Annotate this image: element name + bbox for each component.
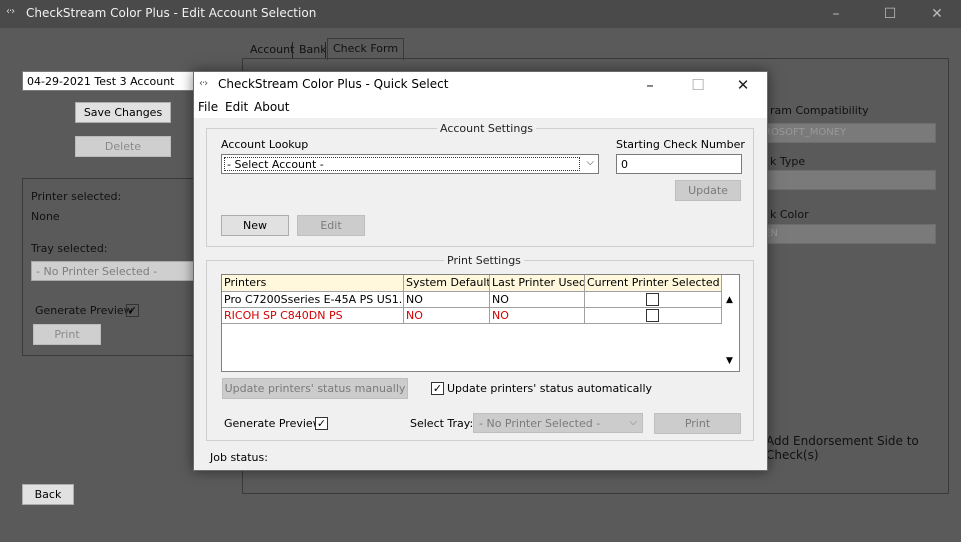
table-cell-system-default: NO [404,308,490,324]
menu-bar: File Edit About [194,98,767,118]
current-printer-checkbox[interactable] [646,293,659,306]
tab-check-form[interactable]: Check Form [327,38,405,60]
select-tray-label: Select Tray: [410,417,474,430]
app-logo-icon: ‹·› [6,6,15,17]
column-header-last-printer[interactable]: Last Printer Used [490,275,585,292]
edit-account-button[interactable]: Edit [297,215,365,236]
scroll-up-icon[interactable]: ▲ [726,295,733,305]
endorsement-label: Add Endorsement Side to Check(s) [766,434,919,462]
program-compat-select[interactable]: ROSOFT_MONEY [760,123,936,143]
dialog-title: CheckStream Color Plus - Quick Select [218,77,449,91]
dialog-close-icon[interactable]: ✕ [732,75,754,95]
generate-preview-label: Generate Preview [224,417,322,430]
tab-divider [325,42,326,58]
table-cell-printer[interactable]: Pro C7200Sseries E-45A PS US1.0 [222,292,404,308]
new-account-button[interactable]: New [221,215,289,236]
table-cell-system-default: NO [404,292,490,308]
program-compat-label: ram Compatibility [770,104,869,117]
starting-check-label: Starting Check Number [616,138,745,151]
back-button[interactable]: Back [22,484,74,505]
tab-divider [292,42,293,58]
print-button[interactable]: Print [654,413,741,434]
dialog-maximize-icon[interactable]: ☐ [687,75,709,95]
check-type-select[interactable] [760,170,936,190]
minimize-icon[interactable]: – [826,4,846,24]
bg-account-select[interactable]: 04-29-2021 Test 3 Account [22,71,198,91]
table-cell-printer[interactable]: RICOH SP C840DN PS [222,308,404,324]
bg-generate-preview-label: Generate Preview [35,304,133,317]
chevron-down-icon: ⌵ [586,157,594,168]
column-header-printers[interactable]: Printers [222,275,404,292]
select-tray-dropdown[interactable]: - No Printer Selected - ⌵ [473,413,643,433]
menu-edit[interactable]: Edit [225,100,248,114]
bg-tray-select[interactable]: - No Printer Selected - [31,261,196,281]
account-lookup-label: Account Lookup [221,138,309,151]
bg-title-bar: ‹·› CheckStream Color Plus - Edit Accoun… [0,0,961,28]
select-tray-value: - No Printer Selected - [479,417,601,430]
generate-preview-checkbox[interactable]: ✓ [315,417,328,430]
starting-check-input[interactable]: 0 [616,154,742,174]
tray-selected-label: Tray selected: [31,242,108,255]
job-status-label: Job status: [210,451,268,464]
scroll-down-icon[interactable]: ▼ [726,356,733,366]
table-cell-current-selected [585,308,722,324]
printer-selected-value: None [31,210,60,223]
update-printers-manually-button[interactable]: Update printers' status manually [222,378,408,399]
account-settings-title: Account Settings [437,122,537,135]
check-type-label: k Type [770,155,806,168]
close-icon[interactable]: ✕ [927,4,947,24]
dialog-minimize-icon[interactable]: – [639,75,661,95]
printer-selected-label: Printer selected: [31,190,122,203]
menu-about[interactable]: About [254,100,289,114]
print-settings-title: Print Settings [444,254,524,267]
update-auto-checkbox[interactable]: ✓ [431,382,444,395]
printers-table: Printers System Default Last Printer Use… [221,274,740,372]
program-compat-value: ROSOFT_MONEY [764,127,847,138]
column-header-system-default[interactable]: System Default [404,275,490,292]
table-cell-last-used: NO [490,292,585,308]
quick-select-dialog: ‹·› CheckStream Color Plus - Quick Selec… [193,71,768,471]
menu-file[interactable]: File [198,100,218,114]
table-scrollbar[interactable]: ▲ ▼ [722,292,739,371]
app-logo-icon: ‹·› [199,78,208,89]
check-color-select[interactable]: EN [760,224,936,244]
update-button[interactable]: Update [675,180,741,201]
bg-print-button[interactable]: Print [33,324,101,345]
bg-window-title: CheckStream Color Plus - Edit Account Se… [26,6,317,20]
maximize-icon[interactable]: ☐ [880,4,900,24]
save-changes-button[interactable]: Save Changes [75,102,171,123]
account-lookup-value: - Select Account - [224,157,580,171]
delete-button[interactable]: Delete [75,136,171,157]
dialog-title-bar: ‹·› CheckStream Color Plus - Quick Selec… [194,72,767,98]
chevron-down-icon: ⌵ [629,417,637,428]
table-cell-last-used: NO [490,308,585,324]
bg-generate-preview-checkbox[interactable]: ✓ [126,304,139,317]
table-cell-current-selected [585,292,722,308]
column-header-current-printer[interactable]: Current Printer Selected [585,275,722,292]
account-lookup-select[interactable]: - Select Account - ⌵ [221,154,599,174]
check-color-label: k Color [770,208,809,221]
update-auto-label: Update printers' status automatically [447,382,653,395]
current-printer-checkbox[interactable] [646,309,659,322]
